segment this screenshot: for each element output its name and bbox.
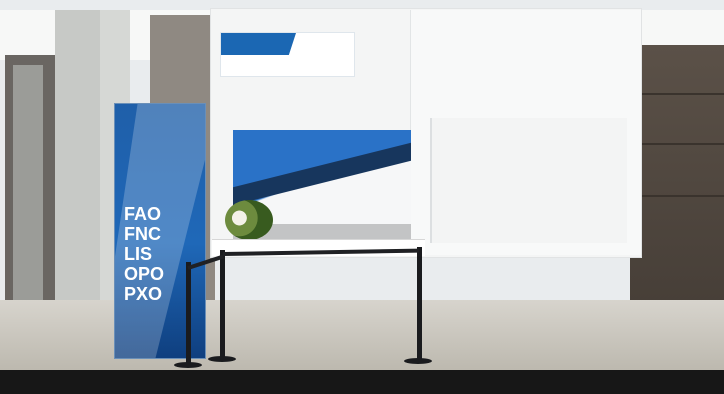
left-door [5,55,55,315]
airport-code: PXO [124,284,163,304]
wall-panel-line [630,195,724,197]
airport-code-list: FAO FNC LIS OPO PXO [124,204,164,304]
door-glass [13,65,43,305]
airport-code: FNC [124,224,161,244]
airport-code: LIS [124,244,153,264]
queue-stanchion [220,250,225,360]
queue-stanchion-base [208,356,236,362]
floor [0,300,724,372]
queue-stanchion-base [174,362,202,368]
pillar [55,10,100,305]
airport-code: FAO [124,204,162,224]
wall-panel-line [630,143,724,145]
overhead-sign [220,32,355,77]
bottom-black-band [0,370,724,394]
sign-small-text-block [227,38,287,47]
dark-wall [630,45,724,315]
airport-code: OPO [124,264,165,284]
closed-window-panel [430,118,627,243]
airport-check-in-photo: FAO FNC LIS OPO PXO [0,0,724,394]
roll-up-banner: FAO FNC LIS OPO PXO [115,104,205,358]
queue-stanchion [186,262,191,365]
flower-arrangement [225,200,273,240]
wall-panel-line [630,93,724,95]
queue-stanchion-base [404,358,432,364]
queue-stanchion [417,247,422,360]
